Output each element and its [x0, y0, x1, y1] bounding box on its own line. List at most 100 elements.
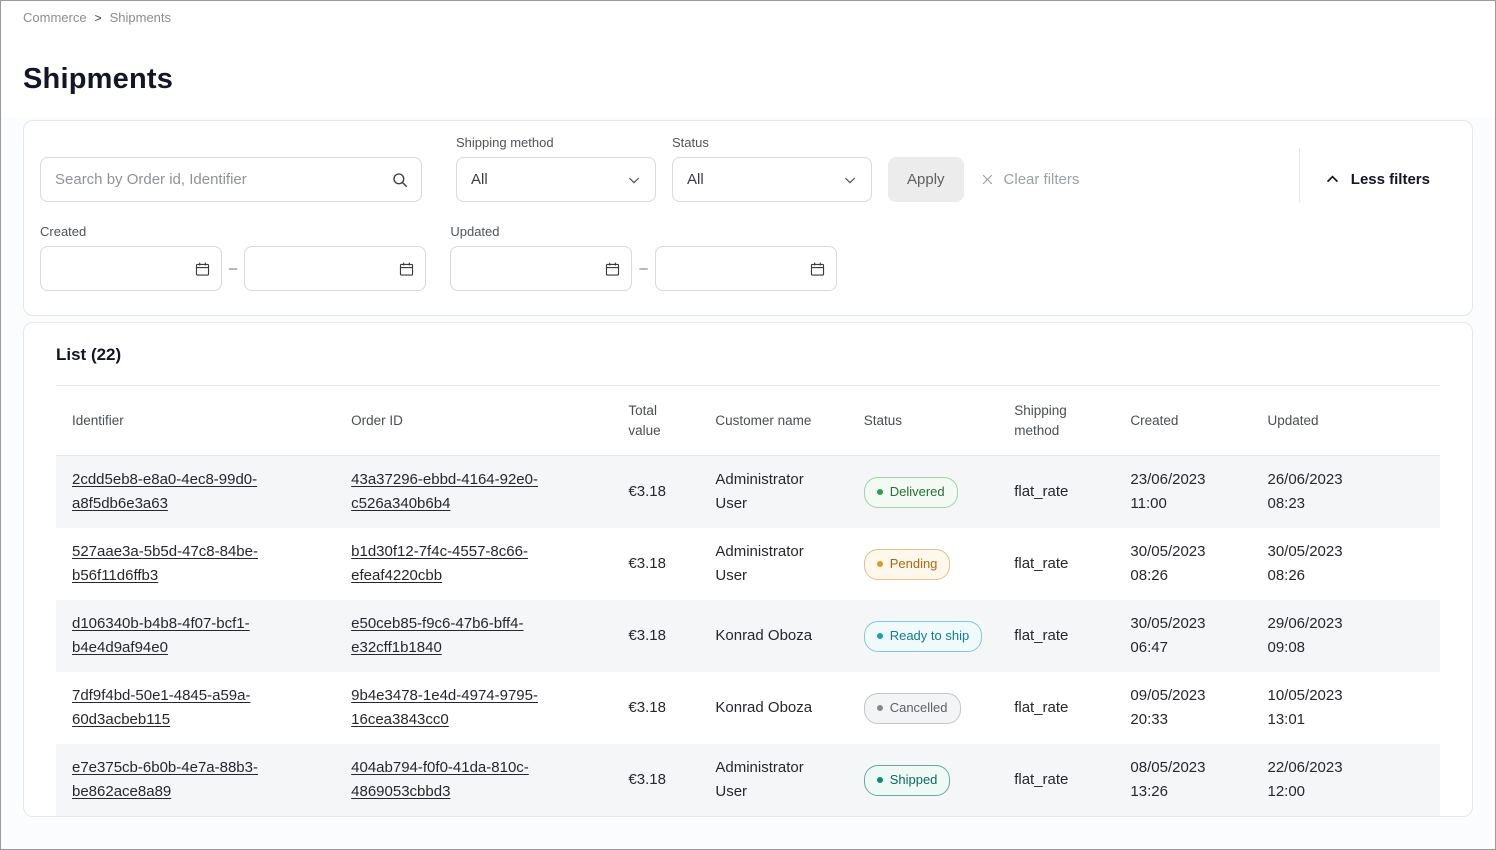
updated-date-field: Updated –	[450, 224, 836, 291]
less-filters-label: Less filters	[1351, 171, 1430, 188]
updated-date: 26/06/2023 08:23	[1251, 456, 1440, 529]
updated-label: Updated	[450, 224, 836, 239]
status-text: Pending	[890, 554, 938, 575]
identifier-link[interactable]: 2cdd5eb8-e8a0-4ec8-99d0-a8f5db6e3a63	[72, 471, 257, 512]
total-value: €3.18	[612, 600, 699, 672]
identifier-link[interactable]: d106340b-b4b8-4f07-bcf1-b4e4d9af94e0	[72, 615, 250, 656]
customer-name: Administrator User	[699, 744, 847, 816]
close-icon	[980, 172, 995, 187]
shipping-method: flat_rate	[998, 456, 1114, 529]
filters-panel: Shipping method All Status All	[23, 120, 1473, 316]
status-label: Status	[672, 135, 872, 150]
created-date: 23/06/2023 11:00	[1114, 456, 1251, 529]
search-input[interactable]	[40, 157, 422, 202]
customer-name: Konrad Oboza	[699, 600, 847, 672]
identifier-link[interactable]: 7df9f4bd-50e1-4845-a59a-60d3acbeb115	[72, 687, 250, 728]
shipping-method: flat_rate	[998, 744, 1114, 816]
page-title: Shipments	[23, 63, 1495, 96]
column-header-updated: Updated	[1251, 386, 1440, 456]
customer-name: Administrator User	[699, 456, 847, 529]
breadcrumb-item-shipments[interactable]: Shipments	[110, 10, 171, 25]
column-header-order-id: Order ID	[335, 386, 612, 456]
filters-row-primary: Shipping method All Status All	[40, 135, 1456, 202]
date-range-separator: –	[639, 260, 647, 277]
chevron-up-icon	[1324, 171, 1341, 188]
total-value: €3.18	[612, 744, 699, 816]
order-id-link[interactable]: 43a37296-ebbd-4164-92e0-c526a340b6b4	[351, 471, 538, 512]
main-content: Shipping method All Status All	[1, 118, 1495, 850]
order-id-link[interactable]: b1d30f12-7f4c-4557-8c66-efeaf4220cbb	[351, 543, 528, 584]
shipments-table: Identifier Order ID Total value Customer…	[56, 385, 1440, 816]
shipping-method: flat_rate	[998, 672, 1114, 744]
created-date: 09/05/2023 20:33	[1114, 672, 1251, 744]
shipping-method: flat_rate	[998, 528, 1114, 600]
identifier-link[interactable]: 527aae3a-5b5d-47c8-84be-b56f11d6ffb3	[72, 543, 258, 584]
shipping-method-value: All	[471, 171, 488, 188]
identifier-link[interactable]: e7e375cb-6b0b-4e7a-88b3-be862ace8a89	[72, 759, 258, 800]
app-window: Commerce > Shipments Shipments Shipping …	[0, 0, 1496, 850]
updated-date: 30/05/2023 08:26	[1251, 528, 1440, 600]
clear-filters-button[interactable]: Clear filters	[980, 157, 1080, 202]
order-id-link[interactable]: e50ceb85-f9c6-47b6-bff4-e32cff1b1840	[351, 615, 523, 656]
column-header-total-value: Total value	[612, 386, 699, 456]
status-badge: Cancelled	[864, 693, 961, 724]
shipping-method-field: Shipping method All	[456, 135, 656, 202]
table-row: e7e375cb-6b0b-4e7a-88b3-be862ace8a89 404…	[56, 744, 1440, 816]
less-filters-button[interactable]: Less filters	[1324, 157, 1430, 202]
created-date-field: Created –	[40, 224, 426, 291]
chevron-down-icon	[842, 172, 858, 188]
status-dot-icon	[877, 489, 883, 495]
calendar-icon[interactable]	[398, 260, 415, 277]
table-header-row: Identifier Order ID Total value Customer…	[56, 386, 1440, 456]
created-date: 08/05/2023 13:26	[1114, 744, 1251, 816]
updated-date: 22/06/2023 12:00	[1251, 744, 1440, 816]
shipments-table-body: 2cdd5eb8-e8a0-4ec8-99d0-a8f5db6e3a63 43a…	[56, 456, 1440, 817]
breadcrumb-item-commerce[interactable]: Commerce	[23, 10, 87, 25]
status-badge: Pending	[864, 549, 951, 580]
total-value: €3.18	[612, 528, 699, 600]
status-dot-icon	[877, 705, 883, 711]
search-icon	[391, 171, 409, 189]
column-header-identifier: Identifier	[56, 386, 335, 456]
customer-name: Administrator User	[699, 528, 847, 600]
customer-name: Konrad Oboza	[699, 672, 847, 744]
status-select[interactable]: All	[672, 157, 872, 202]
search-field-wrap	[40, 157, 422, 202]
status-badge: Shipped	[864, 765, 951, 796]
calendar-icon[interactable]	[194, 260, 211, 277]
table-row: 2cdd5eb8-e8a0-4ec8-99d0-a8f5db6e3a63 43a…	[56, 456, 1440, 529]
status-dot-icon	[877, 561, 883, 567]
updated-to-wrap	[655, 246, 837, 291]
table-row: d106340b-b4b8-4f07-bcf1-b4e4d9af94e0 e50…	[56, 600, 1440, 672]
updated-date: 10/05/2023 13:01	[1251, 672, 1440, 744]
created-to-wrap	[244, 246, 426, 291]
created-date: 30/05/2023 08:26	[1114, 528, 1251, 600]
chevron-down-icon	[626, 172, 642, 188]
created-from-wrap	[40, 246, 222, 291]
filters-divider	[1299, 148, 1300, 202]
status-badge: Ready to ship	[864, 621, 983, 652]
table-row: 527aae3a-5b5d-47c8-84be-b56f11d6ffb3 b1d…	[56, 528, 1440, 600]
column-header-status: Status	[848, 386, 999, 456]
calendar-icon[interactable]	[809, 260, 826, 277]
status-value: All	[687, 171, 704, 188]
breadcrumb: Commerce > Shipments	[1, 1, 1495, 25]
created-label: Created	[40, 224, 426, 239]
column-header-created: Created	[1114, 386, 1251, 456]
calendar-icon[interactable]	[604, 260, 621, 277]
shipping-method: flat_rate	[998, 600, 1114, 672]
apply-button[interactable]: Apply	[888, 157, 964, 202]
shipping-method-select[interactable]: All	[456, 157, 656, 202]
order-id-link[interactable]: 404ab794-f0f0-41da-810c-4869053cbbd3	[351, 759, 529, 800]
updated-date: 29/06/2023 09:08	[1251, 600, 1440, 672]
status-text: Shipped	[890, 770, 938, 791]
shipments-list-panel: List (22) Identifier Order ID Total valu…	[23, 322, 1473, 817]
filters-row-dates: Created –	[40, 224, 1456, 291]
status-field: Status All	[672, 135, 872, 202]
total-value: €3.18	[612, 456, 699, 529]
shipping-method-label: Shipping method	[456, 135, 656, 150]
clear-filters-label: Clear filters	[1004, 171, 1080, 188]
order-id-link[interactable]: 9b4e3478-1e4d-4974-9795-16cea3843cc0	[351, 687, 538, 728]
status-text: Delivered	[890, 482, 945, 503]
status-text: Cancelled	[890, 698, 948, 719]
